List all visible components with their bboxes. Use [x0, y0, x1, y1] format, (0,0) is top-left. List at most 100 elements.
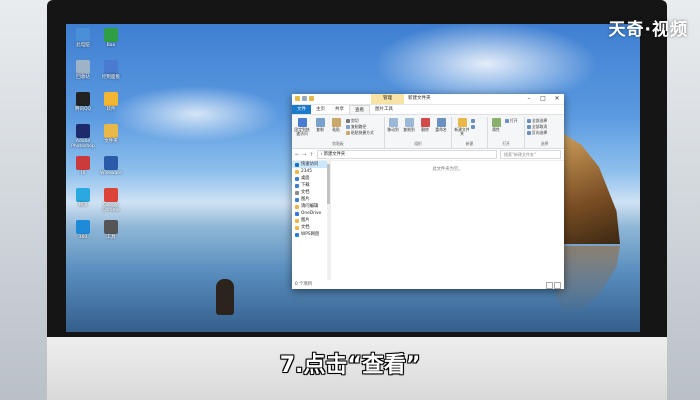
app-icon	[76, 28, 90, 42]
nav-item[interactable]: 快速访问	[292, 161, 330, 168]
nav-item-label: 桌面	[301, 176, 310, 181]
select-all-icon	[527, 119, 531, 123]
tab-share[interactable]: 共享	[330, 105, 349, 114]
desktop-icon[interactable]: Bao	[96, 28, 126, 48]
desktop-icon[interactable]: Hi	[68, 156, 98, 176]
nav-item[interactable]: 桌面	[292, 175, 330, 182]
nav-item-label: 图片	[301, 197, 310, 202]
nav-item[interactable]: WPS网盘	[292, 231, 330, 238]
delete-icon	[420, 118, 430, 127]
desktop-icon-label: 此电脑	[76, 43, 90, 48]
desktop-icon-label: 控制面板	[102, 75, 120, 80]
paste-shortcut-icon	[346, 131, 350, 135]
desktop-icon[interactable]: Google Chrome	[96, 188, 126, 213]
nav-item-label: 图片	[301, 218, 310, 223]
copy-to-button[interactable]: 复制到	[401, 118, 417, 132]
up-arrow-icon[interactable]: ↑	[309, 152, 313, 158]
nav-scrollbar[interactable]	[327, 158, 330, 280]
folder-icon	[295, 190, 299, 195]
nav-item[interactable]: 文档	[292, 224, 330, 231]
nav-item[interactable]: OneDrive	[292, 210, 330, 217]
desktop-icon-label: Adobe Photoshop	[71, 139, 95, 149]
app-icon	[76, 156, 90, 170]
desktop-icon[interactable]: 控制面板	[96, 60, 126, 80]
desktop-icon[interactable]: 回收站	[68, 60, 98, 80]
pin-quick-access-button[interactable]: 固定到快速访问	[294, 118, 310, 136]
rename-icon	[436, 118, 446, 127]
open-button[interactable]: 打开	[505, 118, 518, 124]
desktop-icon[interactable]: 工具	[96, 220, 126, 240]
folder-icon	[295, 197, 299, 202]
maximize-button[interactable]: □	[536, 94, 550, 104]
desktop-icon[interactable]: 腾讯	[68, 188, 98, 208]
delete-button[interactable]: 删除	[417, 118, 433, 132]
copy-to-icon	[404, 118, 414, 127]
nav-item[interactable]: 请问编辑	[292, 203, 330, 210]
close-button[interactable]: ✕	[550, 94, 564, 104]
new-folder-icon	[457, 118, 467, 127]
details-view-icon[interactable]	[546, 282, 553, 289]
select-group: 全部选择 全部取消 反向选择 选择	[525, 117, 564, 148]
file-list-area[interactable]: 此文件夹为空。	[331, 158, 564, 280]
tab-view[interactable]: 查看	[349, 105, 370, 114]
folder-icon	[295, 218, 299, 223]
app-icon	[76, 188, 90, 202]
nav-item-label: OneDrive	[301, 211, 322, 216]
desktop-icon-label: Google Chrome	[102, 203, 120, 213]
nav-item-label: WPS网盘	[301, 232, 320, 237]
paste-shortcut-button[interactable]: 粘贴快捷方式	[346, 130, 374, 136]
nav-item-label: 请问编辑	[301, 204, 319, 209]
nav-item[interactable]: 图片	[292, 217, 330, 224]
title-bar[interactable]: 管理 新建文件夹 – □ ✕	[292, 94, 564, 105]
desktop-icon-label: 回收站	[76, 75, 90, 80]
select-group-label: 选择	[540, 141, 549, 146]
desktop-icon[interactable]: Adobe Photoshop	[68, 124, 98, 149]
open-group: 属性 打开 打开	[488, 117, 525, 148]
nav-item-label: 文档	[301, 225, 310, 230]
desktop-icon[interactable]: 软件	[96, 92, 126, 112]
paste-button[interactable]: 粘贴	[328, 118, 344, 132]
app-icon	[104, 28, 118, 42]
app-icon	[104, 60, 118, 74]
desktop-icon-label: Hi	[80, 171, 86, 176]
app-icon	[104, 92, 118, 106]
desktop-icon[interactable]: 360	[68, 220, 98, 240]
properties-icon[interactable]	[302, 96, 307, 101]
desktop-icon[interactable]: 腾讯QQ	[68, 92, 98, 112]
desktop-icons: 此电脑 Bao 回收站 控制面板 腾讯QQ 软件 Adobe Photoshop 文件夹 Hi W…	[66, 24, 122, 332]
desktop-icon[interactable]: Wiseware	[96, 156, 126, 176]
folder-icon	[295, 183, 299, 188]
invert-selection-icon	[527, 131, 531, 135]
large-icons-view-icon[interactable]	[554, 282, 561, 289]
move-to-button[interactable]: 移动到	[385, 118, 401, 132]
easy-access-button[interactable]	[471, 124, 476, 130]
folder-icon	[295, 169, 299, 174]
tab-picture-tools[interactable]: 图片工具	[370, 105, 398, 114]
back-arrow-icon[interactable]: ←	[295, 152, 299, 158]
nav-item[interactable]: 文档	[292, 189, 330, 196]
easy-access-icon	[471, 125, 475, 129]
copy-button[interactable]: 复制	[312, 118, 328, 132]
desktop-icon[interactable]: 此电脑	[68, 28, 98, 48]
desktop-icon[interactable]: 文件夹	[96, 124, 126, 144]
properties-button[interactable]: 属性	[488, 118, 504, 132]
forward-arrow-icon[interactable]: →	[302, 152, 306, 158]
rename-button[interactable]: 重命名	[433, 118, 449, 132]
tab-home[interactable]: 主页	[311, 105, 330, 114]
properties-check-icon	[491, 118, 501, 127]
item-count: 0 个项目	[295, 282, 312, 287]
tab-file[interactable]: 文件	[292, 105, 311, 114]
minimize-button[interactable]: –	[522, 94, 536, 104]
empty-folder-message: 此文件夹为空。	[432, 167, 463, 172]
context-tab-manage[interactable]: 管理	[371, 94, 404, 104]
new-folder-button[interactable]: 新建文件夹	[454, 118, 470, 136]
nav-item[interactable]: 下载	[292, 182, 330, 189]
new-folder-icon[interactable]	[309, 96, 314, 101]
nav-scrollbar-thumb[interactable]	[327, 164, 330, 204]
nav-item[interactable]: 2345	[292, 168, 330, 175]
nav-item[interactable]: 图片	[292, 196, 330, 203]
navigation-pane: 快速访问 2345 桌面 下载 文档 图片 请问编辑 OneDrive 图片 文档 WPS网盘	[292, 158, 331, 280]
copy-icon	[315, 118, 325, 127]
invert-selection-button[interactable]: 反向选择	[527, 130, 547, 136]
folder-icon[interactable]	[295, 96, 300, 101]
